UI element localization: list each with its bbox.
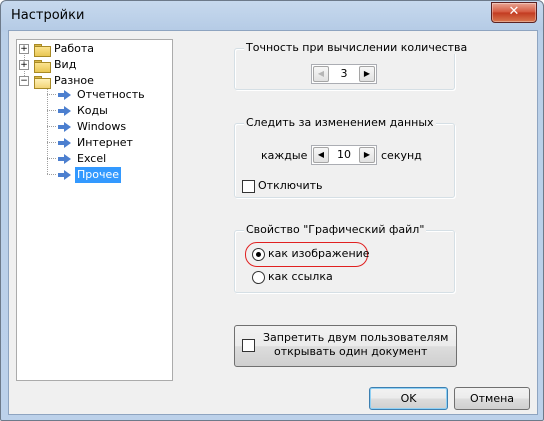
tree-connector: [47, 86, 48, 174]
disable-label[interactable]: Отключить: [258, 179, 323, 192]
radio-as-link-label[interactable]: как ссылка: [268, 270, 333, 283]
collapse-icon[interactable]: −: [19, 76, 29, 86]
tree-item-label: Отчетность: [77, 88, 145, 101]
prevent-sharing-label-line1: Запретить двум пользователям: [263, 331, 449, 344]
tree-item-rabota[interactable]: + Работа: [19, 41, 159, 57]
folder-icon: [34, 59, 51, 73]
tree-item-excel[interactable]: Excel: [58, 151, 168, 167]
seconds-label: секунд: [381, 149, 422, 162]
tree-connector: [47, 126, 56, 127]
increment-button[interactable]: ▶: [359, 147, 375, 163]
decrement-button[interactable]: ◀: [313, 147, 329, 163]
every-label: каждые: [261, 149, 308, 162]
tree-item-label: Прочее: [75, 167, 122, 183]
tree-item-prochee[interactable]: Прочее: [58, 167, 168, 183]
precision-group-legend: Точность при вычислении количества: [244, 41, 470, 54]
arrow-left-icon: ◀: [317, 69, 325, 78]
ok-button[interactable]: OK: [369, 387, 448, 410]
interval-spinner[interactable]: ◀ 10 ▶: [311, 145, 377, 165]
tree-item-label: Excel: [77, 152, 107, 165]
folder-open-icon: [34, 75, 51, 89]
prevent-sharing-panel[interactable]: Запретить двум пользователям открывать о…: [234, 325, 457, 367]
tree-item-otchetnost[interactable]: Отчетность: [58, 87, 168, 103]
prevent-sharing-checkbox[interactable]: [242, 339, 255, 352]
tree-connector: [47, 110, 56, 111]
arrow-right-icon: ▶: [363, 69, 371, 78]
arrow-icon: [58, 106, 71, 116]
radio-as-image-label[interactable]: как изображение: [268, 247, 370, 260]
arrow-right-icon: ▶: [363, 150, 371, 159]
arrow-icon: [58, 90, 71, 100]
monitor-group-legend: Следить за изменением данных: [244, 116, 436, 129]
tree-item-vid[interactable]: + Вид: [19, 57, 159, 73]
tree-item-windows[interactable]: Windows: [58, 119, 168, 135]
cancel-button[interactable]: Отмена: [454, 387, 530, 410]
dialog-client-area: + Работа + Вид − Разное Отчетность Коды …: [8, 30, 538, 415]
arrow-left-icon: ◀: [317, 150, 325, 159]
close-button[interactable]: ✕: [491, 2, 537, 23]
tree-item-label: Коды: [77, 104, 108, 117]
prevent-sharing-label-line2: открывать один документ: [274, 345, 428, 358]
tree-item-internet[interactable]: Интернет: [58, 135, 168, 151]
tree-item-label: Вид: [54, 58, 77, 71]
arrow-icon: [58, 122, 71, 132]
expand-icon[interactable]: +: [19, 60, 29, 70]
window-title: Настройки: [11, 8, 85, 23]
precision-value[interactable]: 3: [330, 66, 358, 82]
cancel-button-label: Отмена: [469, 392, 515, 405]
interval-value[interactable]: 10: [330, 147, 358, 163]
tree-item-kody[interactable]: Коды: [58, 103, 168, 119]
disable-checkbox[interactable]: [242, 180, 255, 193]
radio-as-image[interactable]: [252, 248, 265, 261]
increment-button[interactable]: ▶: [359, 66, 375, 82]
folder-icon: [34, 43, 51, 57]
tree-connector: [47, 142, 56, 143]
radio-as-link[interactable]: [252, 271, 265, 284]
arrow-icon: [58, 138, 71, 148]
title-bar[interactable]: Настройки ✕: [1, 1, 543, 31]
close-icon: ✕: [508, 4, 520, 19]
arrow-icon: [58, 154, 71, 164]
tree-item-label: Интернет: [77, 136, 133, 149]
decrement-button[interactable]: ◀: [313, 66, 329, 82]
tree-item-label: Работа: [54, 42, 95, 55]
ok-button-label: OK: [400, 392, 417, 405]
tree-connector: [47, 158, 56, 159]
graphic-file-group-legend: Свойство "Графический файл": [244, 223, 427, 236]
settings-tree[interactable]: + Работа + Вид − Разное Отчетность Коды …: [16, 39, 173, 381]
arrow-icon: [58, 170, 71, 180]
settings-dialog: Настройки ✕ + Работа + Вид − Разное Отче…: [0, 0, 544, 421]
precision-spinner[interactable]: ◀ 3 ▶: [311, 64, 377, 84]
tree-connector: [47, 174, 56, 175]
tree-connector: [47, 94, 56, 95]
tree-item-label: Windows: [77, 120, 127, 133]
expand-icon[interactable]: +: [19, 44, 29, 54]
